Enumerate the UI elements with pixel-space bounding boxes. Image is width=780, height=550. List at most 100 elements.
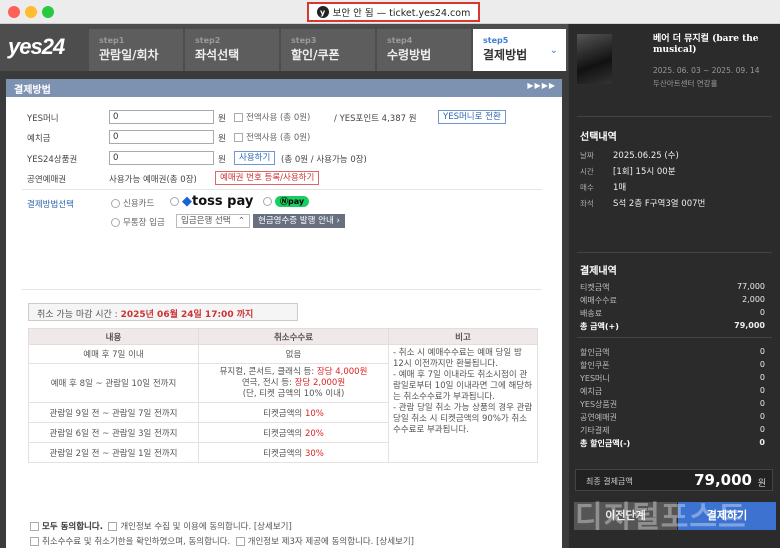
checkbox-icon [234, 133, 243, 142]
discount-row: 공연예매권 0 [580, 412, 765, 422]
browser-window: y 보안 안 됨 — ticket.yes24.com yes24 step1 … [0, 0, 780, 548]
register-voucher-button[interactable]: 예매권 번호 등록/사용하기 [215, 171, 320, 185]
watermark: 디지털포스트 [575, 500, 747, 535]
agree-privacy-checkbox[interactable]: 개인정보 수집 및 이용에 동의합니다. [108, 522, 251, 532]
not-secure-icon: y [316, 6, 329, 18]
naver-pay-option[interactable]: Ⓝpay [263, 196, 310, 207]
convert-yes-money-button[interactable]: YES머니로 전환 [438, 110, 506, 124]
yes-points-text: / YES포인트 4,387 원 [334, 114, 417, 124]
address-text: 보안 안 됨 — ticket.yes24.com [332, 8, 471, 19]
chevron-updown-icon: ⌃ [237, 216, 245, 226]
show-venue: 두산아트센터 연강홀 [653, 79, 718, 88]
voucher-label: 공연예매권 [27, 175, 67, 185]
step-number: step5 [483, 36, 509, 45]
selection-value: S석 2층 F구역3열 007번 [613, 199, 706, 209]
checkbox-icon [30, 522, 39, 531]
deposit-input[interactable]: 0 [109, 130, 214, 144]
fee-cell: 티켓금액의 30% [198, 442, 389, 463]
show-poster [577, 34, 612, 84]
period-cell: 관람일 9일 전 ~ 관람일 7일 전까지 [28, 402, 199, 423]
naver-n-icon: Ⓝ [280, 197, 288, 206]
minimize-window-button[interactable] [25, 6, 37, 18]
selection-value: 2025.06.25 (수) [613, 151, 679, 161]
yes-money-use-all[interactable]: 전액사용 (총 0원) [234, 111, 310, 123]
radio-icon [111, 218, 120, 227]
fee-cell: 티켓금액의 20% [198, 422, 389, 443]
radio-icon [263, 197, 272, 206]
period-cell: 예매 후 8일 ~ 관람일 10일 전까지 [28, 363, 199, 403]
checkbox-icon [234, 113, 243, 122]
privacy-details-link[interactable]: [상세보기] [254, 522, 292, 532]
cancel-deadline-value: 2025년 06월 24일 17:00 까지 [120, 310, 254, 320]
order-summary-sidebar: 베어 더 뮤지컬 (bare the musical) 2025. 06. 03… [569, 24, 780, 548]
step-header: yes24 step1 관람일/회차 step2 좌석선택 step3 할인/쿠… [0, 24, 568, 71]
bank-transfer-option[interactable]: 무통장 입금 [111, 216, 165, 228]
show-period: 2025. 06. 03 ~ 2025. 09. 14 [653, 66, 760, 75]
divider [22, 289, 542, 290]
divider [22, 189, 542, 190]
step-5-tab[interactable]: step5 결제방법 ⌄ [473, 29, 566, 71]
third-party-details-link[interactable]: [상세보기] [376, 537, 414, 547]
step-number: step3 [291, 36, 317, 45]
note-line: - 예매 후 7일 이내라도 취소시점이 관람일로부터 10일 이내라면 그에 … [393, 370, 532, 402]
voucher-info: 사용가능 예매권(총 0장) [109, 175, 197, 185]
step-number: step4 [387, 36, 413, 45]
amount-row: 총 금액(+) 79,000 [580, 321, 765, 331]
selection-value: [1회] 15시 00분 [613, 167, 676, 177]
yes-money-label: YES머니 [27, 114, 59, 124]
discount-row: 총 할인금액(-) 0 [580, 438, 765, 448]
step-number: step2 [195, 36, 221, 45]
selection-key: 날짜 [580, 151, 594, 160]
address-bar[interactable]: y 보안 안 됨 — ticket.yes24.com [307, 2, 480, 22]
booking-page: yes24 step1 관람일/회차 step2 좌석선택 step3 할인/쿠… [0, 24, 780, 548]
zoom-window-button[interactable] [42, 6, 54, 18]
fee-percent: 20% [304, 428, 324, 439]
bank-select[interactable]: 입금은행 선택 ⌃ [176, 214, 250, 228]
amount-row: 배송료 0 [580, 308, 765, 318]
agree-third-party-checkbox[interactable]: 개인정보 제3자 제공에 동의합니다. [235, 537, 373, 547]
section-title: 결제방법 [14, 85, 51, 96]
cancel-deadline-label: 취소 가능 마감 시간 : [37, 310, 118, 320]
selection-key: 좌석 [580, 199, 594, 208]
note-line: - 관람 당일 취소 가능 상품의 경우 관람 당일 취소 시 티켓금액의 90… [393, 403, 533, 435]
agree-all-checkbox[interactable]: 모두 동의합니다. [30, 522, 103, 532]
close-window-button[interactable] [8, 6, 20, 18]
notes-cell: - 취소 시 예매수수료는 예매 당일 밤 12시 이전까지만 환불됩니다. -… [388, 344, 538, 463]
step-3-tab[interactable]: step3 할인/쿠폰 [281, 29, 375, 71]
checkbox-icon [235, 537, 245, 546]
amount-row: 티켓금액 77,000 [580, 282, 765, 292]
selection-value: 1매 [613, 183, 627, 193]
step-1-tab[interactable]: step1 관람일/회차 [89, 29, 183, 71]
final-amount-box: 최종 결제금액 79,000 원 [575, 469, 773, 491]
yes-money-input[interactable]: 0 [109, 110, 214, 124]
col-header: 내용 [28, 328, 199, 345]
fee-cell: 없음 [198, 344, 389, 364]
discount-row: YES머니 0 [580, 373, 765, 383]
divider [577, 337, 772, 338]
step-2-tab[interactable]: step2 좌석선택 [185, 29, 279, 71]
note-line: - 취소 시 예매수수료는 예매 당일 밤 12시 이전까지만 환불됩니다. [393, 348, 522, 369]
deposit-use-all[interactable]: 전액사용 (총 0원) [234, 131, 310, 143]
discount-row: 할인쿠폰 0 [580, 360, 765, 370]
discount-row: 기타결제 0 [580, 425, 765, 435]
gift-card-input[interactable]: 0 [109, 151, 214, 165]
final-amount-unit: 원 [757, 479, 766, 489]
credit-card-option[interactable]: 신용카드 [111, 197, 154, 209]
chevron-down-icon[interactable]: ⌄ [550, 45, 558, 56]
agree-cancel-fee-checkbox[interactable]: 취소수수료 및 취소기한을 확인하였으며, 동의합니다. [30, 537, 230, 547]
cash-receipt-button[interactable]: 현금영수증 발행 안내 › [253, 214, 345, 228]
unit-label: 원 [218, 155, 226, 165]
deposit-label: 예치금 [27, 134, 51, 144]
section-header: 결제방법 ▶▶▶▶ [6, 79, 562, 97]
use-gift-card-button[interactable]: 사용하기 [234, 151, 276, 165]
fee-cell: 뮤지컬, 콘서트, 클래식 등: 장당 4,000원 연극, 전시 등: 장당 … [198, 363, 389, 403]
gift-card-info: (총 0원 / 사용가능 0장) [281, 155, 367, 165]
fee-cell: 티켓금액의 10% [198, 402, 389, 423]
fee-percent: 30% [304, 448, 324, 459]
fee-amount: 장당 2,000원 [294, 377, 346, 388]
title-bar: y 보안 안 됨 — ticket.yes24.com [0, 0, 780, 24]
final-amount-label: 최종 결제금액 [586, 477, 633, 486]
col-header: 비고 [388, 328, 538, 345]
toss-pay-option[interactable]: ◆toss pay [170, 194, 253, 209]
step-4-tab[interactable]: step4 수령방법 [377, 29, 471, 71]
